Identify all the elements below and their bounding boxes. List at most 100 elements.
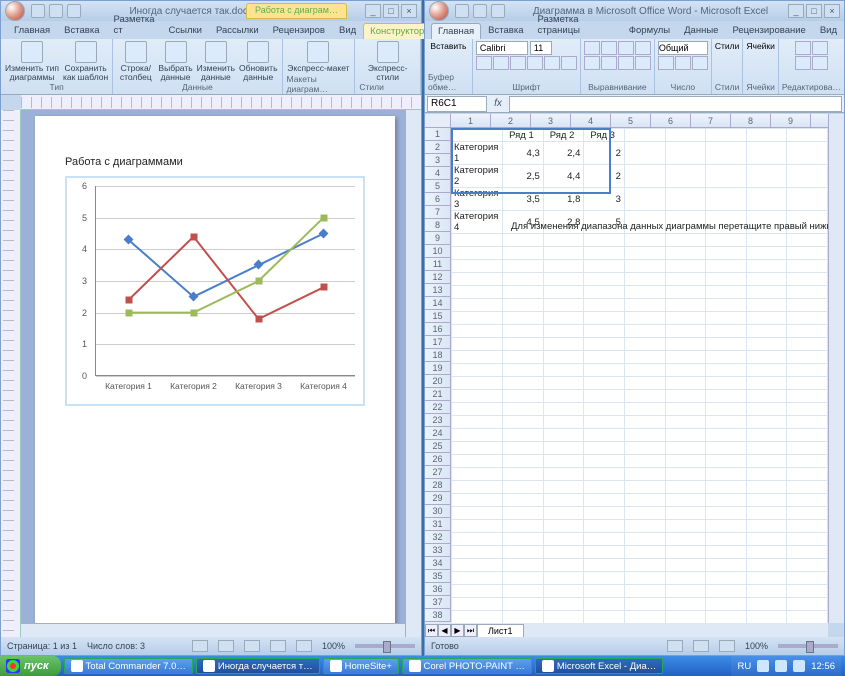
status-zoom[interactable]: 100%	[322, 641, 345, 651]
qat-redo-icon[interactable]	[67, 4, 81, 18]
qat-redo-icon[interactable]	[491, 4, 505, 18]
formula-input[interactable]	[509, 96, 842, 112]
chart-tools-contextual[interactable]: Работа с диаграм…	[246, 3, 347, 19]
clock[interactable]: 12:56	[811, 661, 835, 672]
word-horizontal-scrollbar[interactable]	[21, 623, 405, 637]
tab-nav-next-icon[interactable]: ▶	[451, 624, 464, 637]
align-top-button[interactable]	[584, 41, 600, 55]
word-vertical-scrollbar[interactable]	[405, 110, 421, 637]
align-right-button[interactable]	[618, 56, 634, 70]
refresh-data-button[interactable]: Обновить данные	[239, 41, 278, 81]
view-outline-icon[interactable]	[270, 640, 286, 652]
find-button[interactable]	[812, 56, 828, 70]
taskbar-item[interactable]: Corel PHOTO-PAINT …	[402, 658, 532, 674]
sort-filter-button[interactable]	[812, 41, 828, 55]
language-indicator[interactable]: RU	[737, 661, 751, 672]
tab-nav-first-icon[interactable]: ⏮	[425, 624, 438, 637]
tray-icon[interactable]	[757, 660, 769, 672]
system-tray[interactable]: RU 12:56	[731, 656, 841, 676]
qat-save-icon[interactable]	[455, 4, 469, 18]
taskbar-item[interactable]: Иногда случается т…	[196, 658, 320, 674]
status-zoom[interactable]: 100%	[745, 641, 768, 651]
tab-home[interactable]: Главная	[7, 22, 57, 39]
font-size-select[interactable]	[530, 41, 552, 55]
status-words[interactable]: Число слов: 3	[87, 641, 145, 651]
qat-save-icon[interactable]	[31, 4, 45, 18]
change-chart-type-button[interactable]: Изменить тип диаграммы	[5, 41, 59, 81]
status-page[interactable]: Страница: 1 из 1	[7, 641, 77, 651]
align-left-button[interactable]	[584, 56, 600, 70]
horizontal-ruler[interactable]	[21, 95, 421, 110]
chart-object[interactable]: 0123456Категория 1Категория 2Категория 3…	[65, 176, 365, 406]
number-format-select[interactable]	[658, 41, 708, 55]
italic-button[interactable]	[493, 56, 509, 70]
autosum-button[interactable]	[795, 41, 811, 55]
name-box[interactable]	[427, 96, 487, 112]
zoom-slider[interactable]	[355, 644, 415, 648]
tray-icon[interactable]	[793, 660, 805, 672]
tab-pagelayout[interactable]: Разметка страницы	[530, 11, 621, 39]
sheet-tab[interactable]: Лист1	[477, 624, 524, 637]
tab-mailings[interactable]: Рассылки	[209, 22, 266, 39]
taskbar-item[interactable]: HomeSite+	[323, 658, 399, 674]
tab-design[interactable]: Конструктор	[363, 23, 431, 39]
view-web-icon[interactable]	[244, 640, 260, 652]
tab-view[interactable]: Вид	[813, 22, 844, 39]
column-headers[interactable]: 123456789	[451, 114, 828, 128]
tab-insert[interactable]: Вставка	[57, 22, 106, 39]
close-button[interactable]: ×	[401, 4, 417, 18]
paste-button[interactable]: Вставить	[430, 41, 466, 51]
view-normal-icon[interactable]	[667, 640, 683, 652]
save-template-button[interactable]: Сохранить как шаблон	[63, 41, 108, 81]
comma-button[interactable]	[692, 56, 708, 70]
tab-view[interactable]: Вид	[332, 22, 363, 39]
select-data-button[interactable]: Выбрать данные	[158, 41, 192, 81]
restore-button[interactable]: □	[383, 4, 399, 18]
document-area[interactable]: Работа с диаграммами 0123456Категория 1К…	[21, 110, 405, 637]
tab-review[interactable]: Рецензирование	[725, 22, 812, 39]
qat-undo-icon[interactable]	[473, 4, 487, 18]
align-center-button[interactable]	[601, 56, 617, 70]
view-draft-icon[interactable]	[296, 640, 312, 652]
minimize-button[interactable]: _	[788, 4, 804, 18]
fx-icon[interactable]: fx	[489, 98, 507, 109]
tab-layout[interactable]: Разметка ст	[106, 11, 161, 39]
worksheet-area[interactable]: 123456789 123456789101112131415161718192…	[425, 114, 828, 623]
currency-button[interactable]	[658, 56, 674, 70]
quick-styles-button[interactable]: Экспресс-стили	[359, 41, 416, 81]
orientation-button[interactable]	[635, 41, 651, 55]
view-page-layout-icon[interactable]	[693, 640, 709, 652]
office-button[interactable]	[5, 1, 25, 21]
taskbar-item[interactable]: Total Commander 7.0…	[64, 658, 193, 674]
view-print-layout-icon[interactable]	[192, 640, 208, 652]
tab-data[interactable]: Данные	[677, 22, 725, 39]
percent-button[interactable]	[675, 56, 691, 70]
start-button[interactable]: пуск	[0, 656, 61, 676]
quick-layout-button[interactable]: Экспресс-макет	[287, 41, 349, 73]
cells-grid[interactable]: Ряд 1Ряд 2Ряд 3Категория 14,32,42Категор…	[451, 128, 828, 623]
align-middle-button[interactable]	[601, 41, 617, 55]
excel-vertical-scrollbar[interactable]	[828, 114, 844, 623]
select-all-corner[interactable]	[425, 114, 451, 128]
tab-insert[interactable]: Вставка	[481, 22, 530, 39]
fill-button[interactable]	[795, 56, 811, 70]
restore-button[interactable]: □	[806, 4, 822, 18]
wrap-text-button[interactable]	[635, 56, 651, 70]
tab-references[interactable]: Ссылки	[162, 22, 209, 39]
edit-data-button[interactable]: Изменить данные	[197, 41, 235, 81]
tab-review[interactable]: Рецензиров	[266, 22, 332, 39]
switch-row-col-button[interactable]: Строка/столбец	[117, 41, 154, 81]
border-button[interactable]	[527, 56, 543, 70]
tab-nav-prev-icon[interactable]: ◀	[438, 624, 451, 637]
close-button[interactable]: ×	[824, 4, 840, 18]
cell-styles-button[interactable]: Стили	[715, 41, 740, 51]
font-color-button[interactable]	[561, 56, 577, 70]
font-name-select[interactable]	[476, 41, 528, 55]
tab-home[interactable]: Главная	[431, 23, 481, 39]
view-reading-icon[interactable]	[218, 640, 234, 652]
tray-icon[interactable]	[775, 660, 787, 672]
zoom-slider[interactable]	[778, 644, 838, 648]
view-page-break-icon[interactable]	[719, 640, 735, 652]
tab-formulas[interactable]: Формулы	[622, 22, 677, 39]
cells-button[interactable]: Ячейки	[746, 41, 775, 51]
